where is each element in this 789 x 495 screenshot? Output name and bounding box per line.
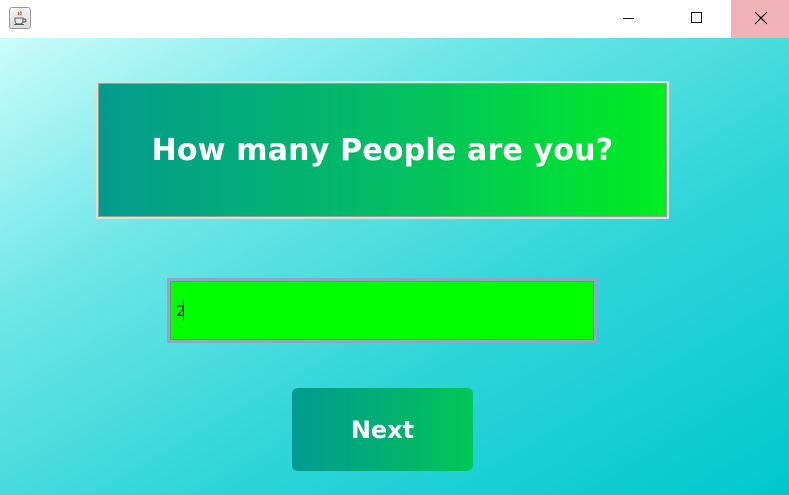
app-window: How many People are you? Next (0, 0, 789, 495)
close-button[interactable] (731, 0, 789, 38)
content-area: How many People are you? Next (0, 38, 789, 495)
maximize-button[interactable] (666, 0, 724, 38)
next-button[interactable]: Next (292, 388, 473, 471)
text-caret (183, 300, 184, 321)
minimize-button[interactable] (599, 0, 657, 38)
people-count-input[interactable] (167, 278, 597, 343)
title-bar[interactable] (0, 0, 789, 38)
question-label: How many People are you? (151, 132, 614, 168)
question-panel: How many People are you? (96, 81, 669, 219)
close-icon (754, 11, 768, 25)
maximize-icon (691, 12, 702, 23)
java-coffee-icon[interactable] (9, 7, 31, 29)
minimize-icon (623, 18, 634, 19)
